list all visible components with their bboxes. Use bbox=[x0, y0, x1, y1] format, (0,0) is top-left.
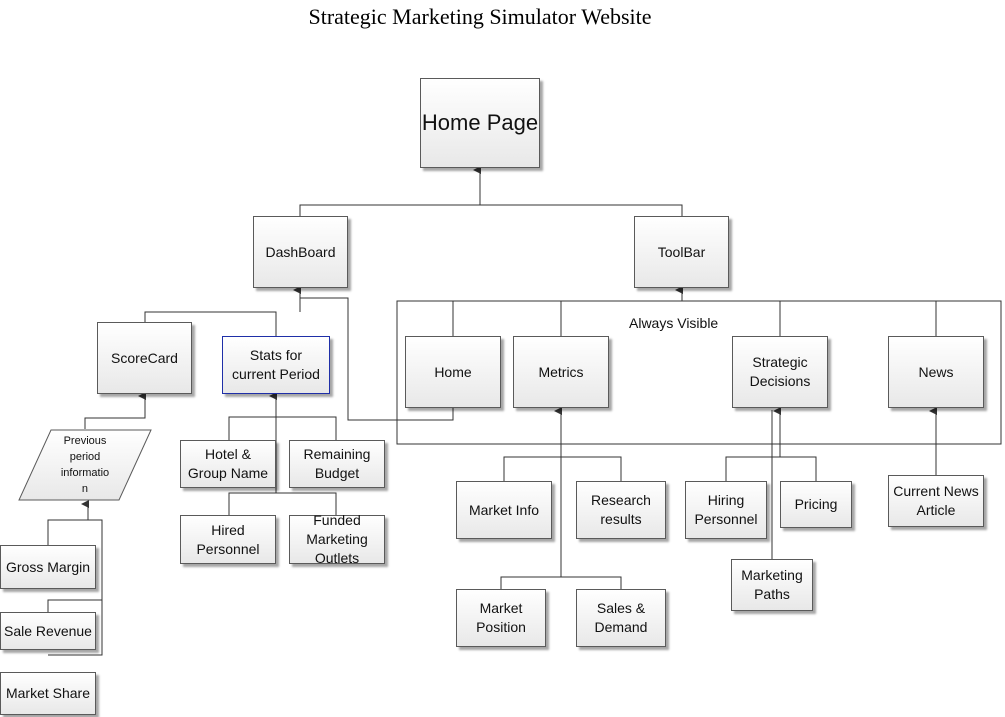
research-results-node: Research results bbox=[576, 481, 666, 539]
previous-period-node: Previous period informatio n bbox=[18, 429, 152, 501]
hired-personnel-node: Hired Personnel bbox=[180, 515, 276, 564]
dashboard-node: DashBoard bbox=[253, 216, 348, 288]
news-node: News bbox=[888, 336, 984, 408]
market-position-node: Market Position bbox=[456, 589, 546, 647]
scorecard-node: ScoreCard bbox=[97, 322, 192, 394]
sale-revenue-node: Sale Revenue bbox=[0, 612, 96, 650]
pricing-node: Pricing bbox=[780, 481, 852, 528]
home-page-node: Home Page bbox=[420, 78, 540, 168]
strategic-decisions-node: Strategic Decisions bbox=[732, 336, 828, 408]
sales-demand-node: Sales & Demand bbox=[576, 589, 666, 647]
stats-current-period-node: Stats for current Period bbox=[222, 336, 330, 394]
always-visible-label: Always Visible bbox=[629, 315, 719, 331]
funded-marketing-outlets-node: Funded Marketing Outlets bbox=[289, 512, 385, 566]
hiring-personnel-node: Hiring Personnel bbox=[685, 481, 767, 539]
market-info-node: Market Info bbox=[456, 481, 552, 539]
home-node: Home bbox=[405, 336, 501, 408]
gross-margin-node: Gross Margin bbox=[0, 545, 96, 589]
hotel-group-name-node: Hotel & Group Name bbox=[180, 440, 276, 488]
market-share-node: Market Share bbox=[0, 672, 96, 715]
marketing-paths-node: Marketing Paths bbox=[731, 559, 813, 611]
current-news-article-node: Current News Article bbox=[888, 475, 984, 527]
metrics-node: Metrics bbox=[513, 336, 609, 408]
remaining-budget-node: Remaining Budget bbox=[289, 440, 385, 488]
toolbar-node: ToolBar bbox=[634, 216, 729, 288]
previous-period-label: Previous period informatio n bbox=[60, 435, 110, 495]
